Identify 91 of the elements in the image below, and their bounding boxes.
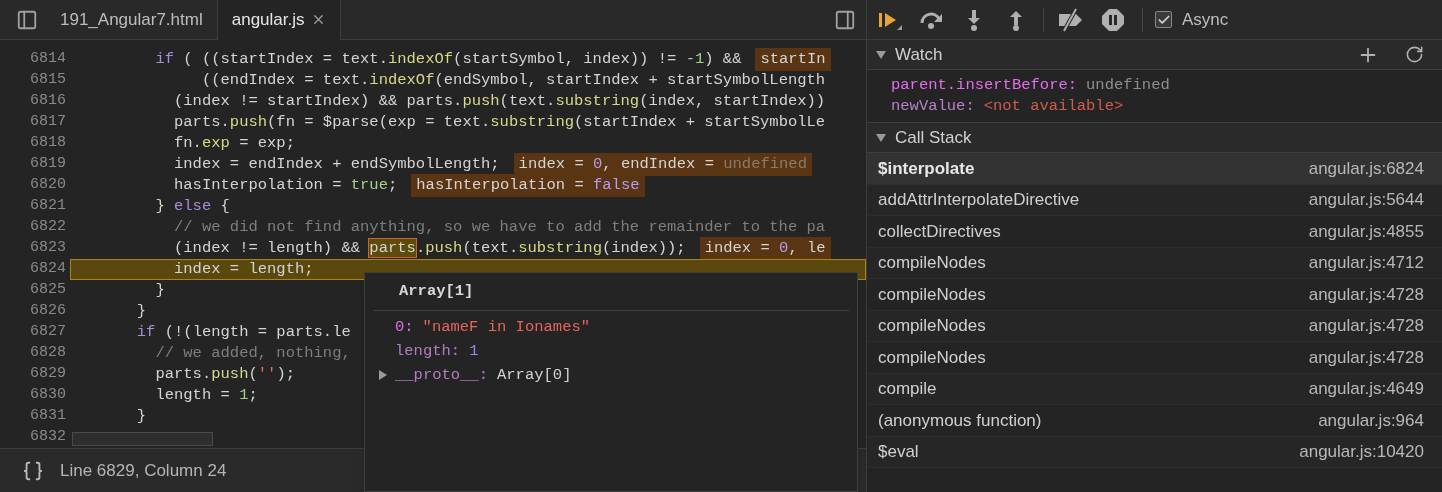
code-line: if (!(length = parts.le xyxy=(135,321,351,343)
cursor-position: Line 6829, Column 24 xyxy=(60,459,227,482)
inline-value: index = 0, le xyxy=(699,236,831,261)
watch-expression: newValue: <not available> xyxy=(891,96,1125,117)
function-name: (anonymous function) xyxy=(878,409,1042,432)
disclosure-triangle-icon[interactable] xyxy=(875,48,887,61)
watch-header[interactable]: Watch xyxy=(867,40,1442,70)
line-number: 6825 xyxy=(29,280,66,301)
code-line: ((endIndex = text.indexOf(endSymbol, startIndex + startSymbolLength xyxy=(200,69,826,91)
frame-location: angular.js:10420 xyxy=(1299,441,1424,463)
code-line: } xyxy=(154,279,165,301)
property-key: length: xyxy=(395,339,461,363)
property-value: "nameF in Ionames" xyxy=(422,316,591,338)
line-number: 6822 xyxy=(29,217,66,238)
file-tab[interactable]: angular.js xyxy=(216,0,341,40)
tab-label: angular.js xyxy=(231,8,305,31)
code-line: // we did not find anything, so we have to add the remainder to the pa xyxy=(173,216,826,238)
line-number: 6827 xyxy=(29,322,66,343)
pretty-print-button[interactable] xyxy=(22,459,44,482)
tab-label: 191_Angular7.html xyxy=(60,8,203,31)
property-value: 1 xyxy=(469,340,479,362)
line-number: 6820 xyxy=(29,175,66,196)
line-number: 6824 xyxy=(29,259,66,280)
line-number: 6818 xyxy=(29,133,66,154)
sidebar-toggle-icon[interactable] xyxy=(16,8,38,31)
code-line: (index != length) && parts.push(text.substring(index)); xyxy=(173,237,686,259)
line-number: 6832 xyxy=(29,427,66,448)
frame-location: angular.js:4728 xyxy=(1308,283,1424,306)
frame-location: angular.js:4712 xyxy=(1308,252,1424,274)
line-number: 6817 xyxy=(29,112,66,133)
frame-location: angular.js:6824 xyxy=(1308,157,1424,180)
async-checkbox[interactable]: Async xyxy=(1155,6,1229,33)
file-tab[interactable]: 191_Angular7.html xyxy=(46,0,217,40)
pause-on-exceptions-icon[interactable] xyxy=(1101,7,1125,32)
function-name: $eval xyxy=(878,441,919,463)
code-line: (index != startIndex) && parts.push(text.substring(index, startIndex)) xyxy=(173,90,826,112)
function-name: addAttrInterpolateDirective xyxy=(878,189,1080,211)
property-key: 0: xyxy=(395,315,414,339)
line-number: 6815 xyxy=(29,70,66,91)
code-line: index = endIndex + endSymbolLength; xyxy=(173,153,500,175)
line-number: 6831 xyxy=(29,406,66,427)
function-name: compileNodes xyxy=(878,252,986,274)
property-value: Array[0] xyxy=(497,364,572,386)
function-name: compileNodes xyxy=(878,283,986,306)
frame-location: angular.js:4728 xyxy=(1308,346,1424,369)
function-name: compileNodes xyxy=(878,346,986,369)
line-number: 6830 xyxy=(29,385,66,406)
scrollbar-thumb[interactable] xyxy=(72,432,213,446)
section-title: Call Stack xyxy=(895,126,972,149)
code-line: length = 1; xyxy=(154,384,258,406)
disclosure-triangle-icon[interactable] xyxy=(377,369,389,382)
line-number: 6814 xyxy=(29,49,66,70)
popover-title: Array[1] xyxy=(399,282,474,300)
frame-location: angular.js:4855 xyxy=(1308,220,1424,243)
refresh-icon[interactable] xyxy=(1405,45,1424,64)
line-number: 6823 xyxy=(29,238,66,259)
line-number: 6826 xyxy=(29,301,66,322)
line-number: 6829 xyxy=(29,364,66,385)
function-name: collectDirectives xyxy=(878,220,1001,243)
line-number: 6819 xyxy=(29,154,66,175)
frame-location: angular.js:4649 xyxy=(1308,378,1424,400)
code-line: } else { xyxy=(154,195,230,217)
frame-location: angular.js:5644 xyxy=(1308,189,1424,211)
inline-value: startIn xyxy=(755,47,831,72)
code-line: index = length; xyxy=(173,258,314,280)
function-name: compile xyxy=(878,378,937,400)
line-number: 6816 xyxy=(29,91,66,112)
watch-expression: parent.insertBefore: undefined xyxy=(891,75,1171,96)
debugger-toggle-icon[interactable] xyxy=(834,8,856,31)
property-key: __proto__: xyxy=(395,363,488,387)
code-line: fn.exp = exp; xyxy=(173,132,295,154)
inline-value: hasInterpolation = false xyxy=(411,173,645,198)
inline-value: index = 0, endIndex = undefined xyxy=(513,152,812,177)
call-frame[interactable]: $interpolate angular.js:6824 xyxy=(867,153,1442,185)
code-line: parts.push(''); xyxy=(154,363,295,385)
frame-location: angular.js:4728 xyxy=(1308,315,1424,337)
code-line: hasInterpolation = true; xyxy=(173,174,398,196)
line-number: 6821 xyxy=(29,196,66,217)
code-line: } xyxy=(135,405,147,427)
line-number: 6828 xyxy=(29,343,66,364)
checkbox[interactable] xyxy=(1155,11,1172,28)
frame-location: angular.js:964 xyxy=(1318,409,1424,432)
call-stack-header[interactable]: Call Stack xyxy=(867,123,1442,153)
code-line: parts.push(fn = $parse(exp = text.substring(startIndex + startSymbolLe xyxy=(173,111,826,133)
code-line: } xyxy=(135,300,147,322)
code-line: if ( ((startIndex = text.indexOf(startSymbol, index)) != -1) && xyxy=(154,48,742,70)
code-line: // we added, nothing, xyxy=(154,342,351,364)
disclosure-triangle-icon[interactable] xyxy=(875,131,887,144)
section-title: Watch xyxy=(895,43,944,66)
function-name: $interpolate xyxy=(878,157,975,180)
function-name: compileNodes xyxy=(878,315,986,337)
